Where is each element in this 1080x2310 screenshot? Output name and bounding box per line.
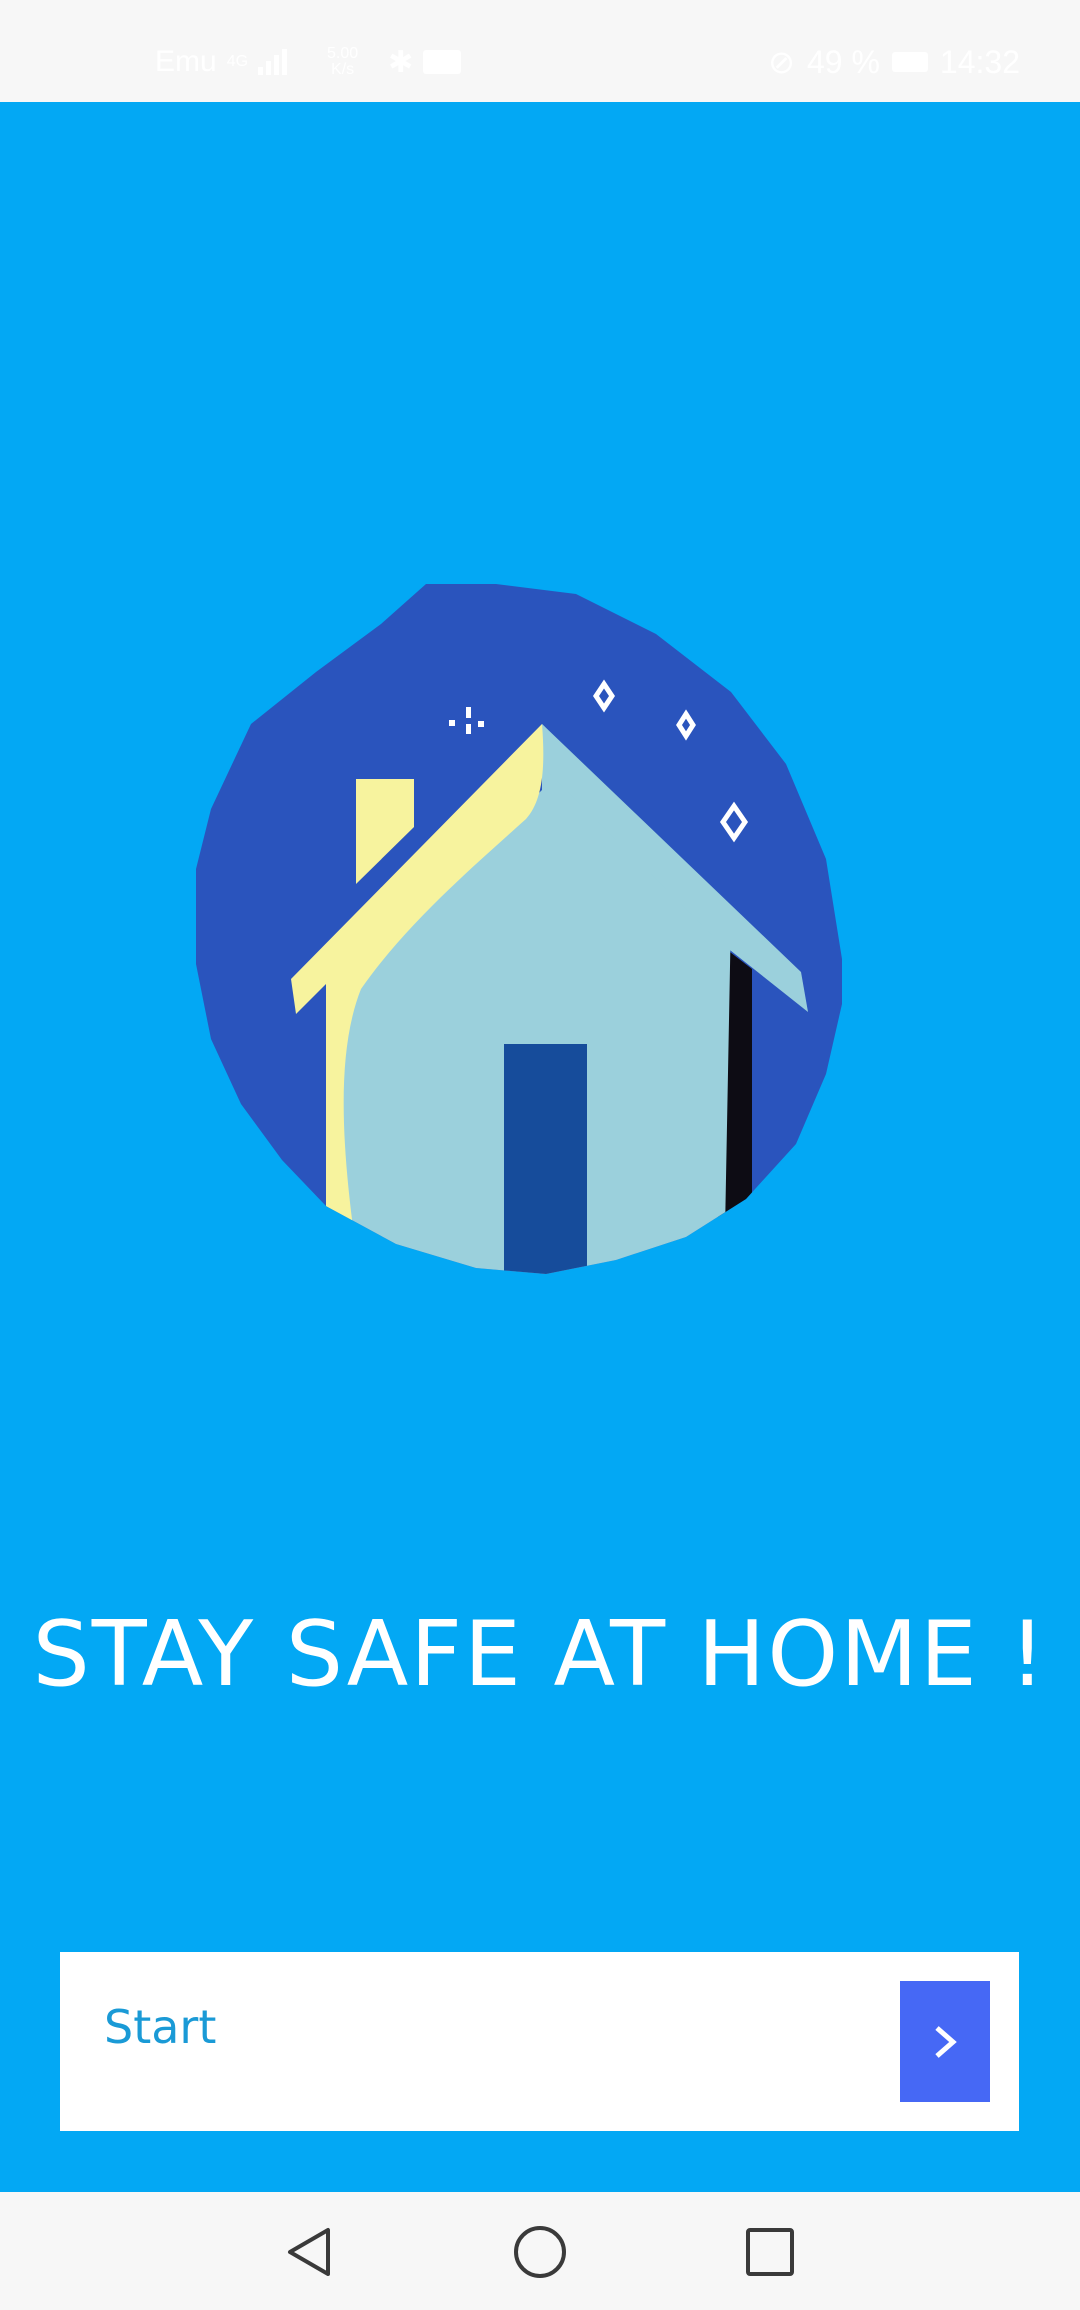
bluetooth-icon: ✱: [388, 45, 414, 79]
clock: 14:32: [939, 43, 1020, 80]
start-arrow-button[interactable]: [900, 1981, 990, 2102]
door: [504, 1044, 587, 1274]
speed-unit: K/s: [331, 61, 355, 78]
status-right: ⊘ 49 % 14:32: [768, 42, 1020, 82]
network-type: 4G: [226, 53, 249, 70]
chevron-right-icon: [935, 2025, 957, 2058]
nav-bar: [0, 2192, 1080, 2310]
status-left: Emu 4G 5.00 K/s ✱: [155, 42, 462, 82]
welcome-screen: STAY SAFE AT HOME ! Start: [0, 102, 1080, 2192]
status-bar: Emu 4G 5.00 K/s ✱ ⊘ 49 % 14:32: [0, 0, 1080, 102]
network-speed: 5.00 K/s: [327, 46, 358, 78]
battery-icon: [891, 52, 928, 72]
start-label: Start: [104, 2000, 217, 2054]
start-button[interactable]: Start: [60, 1952, 1019, 2131]
carrier-label: Emu: [155, 45, 217, 78]
recents-icon[interactable]: [740, 2222, 800, 2282]
house-icon: [196, 584, 842, 1274]
mail-icon: [423, 50, 462, 74]
battery-percent: 49 %: [806, 43, 880, 80]
speed-value: 5.00: [327, 45, 359, 62]
headline: STAY SAFE AT HOME !: [32, 1602, 1048, 1707]
signal-icon: [258, 49, 288, 75]
back-icon[interactable]: [280, 2222, 340, 2282]
home-icon[interactable]: [510, 2222, 570, 2282]
alarm-off-icon: ⊘: [768, 44, 795, 80]
